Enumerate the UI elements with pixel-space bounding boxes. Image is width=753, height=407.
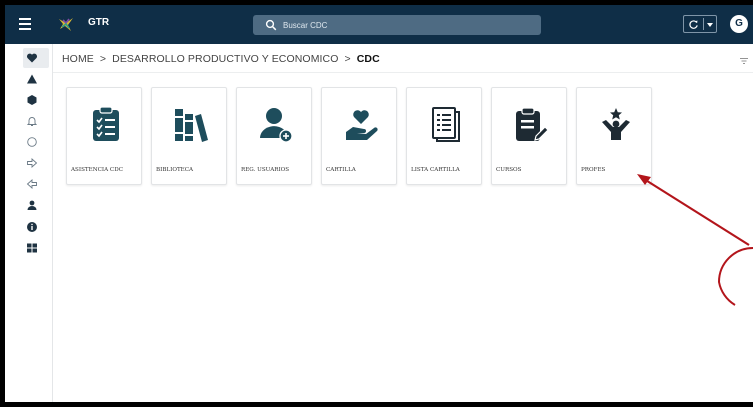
- heart-icon: [26, 53, 38, 63]
- tile-label: REG. USUARIOS: [241, 167, 290, 173]
- info-icon: [27, 222, 37, 232]
- arrow-left-icon: [26, 178, 37, 190]
- user-avatar[interactable]: G: [730, 15, 748, 33]
- list-document-icon: [432, 107, 460, 142]
- search-box[interactable]: [253, 15, 541, 35]
- clipboard-check-icon: [93, 106, 119, 141]
- tile-label: LISTA CARTILLA: [411, 167, 460, 173]
- sidebar-item-apps[interactable]: [25, 241, 39, 255]
- tile-label: PROFES: [581, 167, 606, 173]
- filter-icon[interactable]: [740, 57, 748, 65]
- clipboard-edit-icon: [516, 107, 548, 141]
- search-input[interactable]: [283, 17, 523, 33]
- sidebar-item-user[interactable]: [25, 198, 39, 212]
- books-icon: [175, 109, 208, 142]
- breadcrumb-separator: >: [99, 53, 107, 65]
- sync-icon: [689, 20, 698, 29]
- chevron-down-icon: [707, 23, 713, 27]
- sidebar-item-forward[interactable]: [25, 156, 39, 170]
- sidebar-item-circle[interactable]: [25, 135, 39, 149]
- bell-icon: [26, 117, 38, 126]
- user-icon: [27, 200, 37, 210]
- breadcrumb-separator: >: [344, 53, 351, 65]
- hamburger-menu-icon[interactable]: [19, 18, 31, 30]
- header-divider: [53, 72, 753, 73]
- sidebar-item-notifications[interactable]: [25, 114, 39, 128]
- breadcrumb: HOME > DESARROLLO PRODUCTIVO Y ECONOMICO > C…: [62, 53, 380, 65]
- circle-icon: [27, 137, 37, 147]
- tile-reg-usuarios[interactable]: REG. USUARIOS: [236, 87, 312, 185]
- triangle-icon: [27, 74, 37, 84]
- person-star-icon: [602, 108, 630, 140]
- tile-lista-cartilla[interactable]: LISTA CARTILLA: [406, 87, 482, 185]
- tile-profes[interactable]: PROFES: [576, 87, 652, 185]
- tile-label: CARTILLA: [326, 167, 356, 173]
- tile-label: CURSOS: [496, 167, 522, 173]
- hexagon-icon: [27, 95, 37, 105]
- sidebar-item-hexagon[interactable]: [25, 93, 39, 107]
- app-title: GTR: [88, 17, 110, 28]
- app-window: GTR G: [5, 5, 753, 402]
- sidebar-item-back[interactable]: [25, 177, 39, 191]
- tile-cartilla[interactable]: CARTILLA: [321, 87, 397, 185]
- user-add-icon: [260, 108, 293, 142]
- annotation-circle: [717, 247, 753, 306]
- sidebar-item-favorites[interactable]: [25, 51, 39, 65]
- tile-cursos[interactable]: CURSOS: [491, 87, 567, 185]
- hand-heart-icon: [346, 110, 378, 140]
- breadcrumb-current: CDC: [356, 53, 380, 65]
- sidebar: [5, 44, 53, 402]
- sync-dropdown-button[interactable]: [683, 15, 717, 33]
- breadcrumb-desarrollo[interactable]: DESARROLLO PRODUCTIVO Y ECONOMICO: [112, 53, 338, 65]
- app-logo-icon: [59, 18, 73, 31]
- tile-label: ASISTENCIA CDC: [71, 167, 123, 173]
- top-bar: GTR G: [5, 5, 753, 44]
- annotation-arrow: [643, 178, 750, 246]
- tile-biblioteca[interactable]: BIBLIOTECA: [151, 87, 227, 185]
- sidebar-item-triangle[interactable]: [25, 72, 39, 86]
- sidebar-item-info[interactable]: [25, 220, 39, 234]
- arrow-right-icon: [27, 157, 38, 169]
- sync-divider: [703, 18, 704, 30]
- tile-label: BIBLIOTECA: [156, 167, 194, 173]
- tile-asistencia-cdc[interactable]: ASISTENCIA CDC: [66, 87, 142, 185]
- search-icon: [265, 19, 277, 31]
- grid-icon: [27, 243, 37, 253]
- breadcrumb-home[interactable]: HOME: [62, 53, 94, 65]
